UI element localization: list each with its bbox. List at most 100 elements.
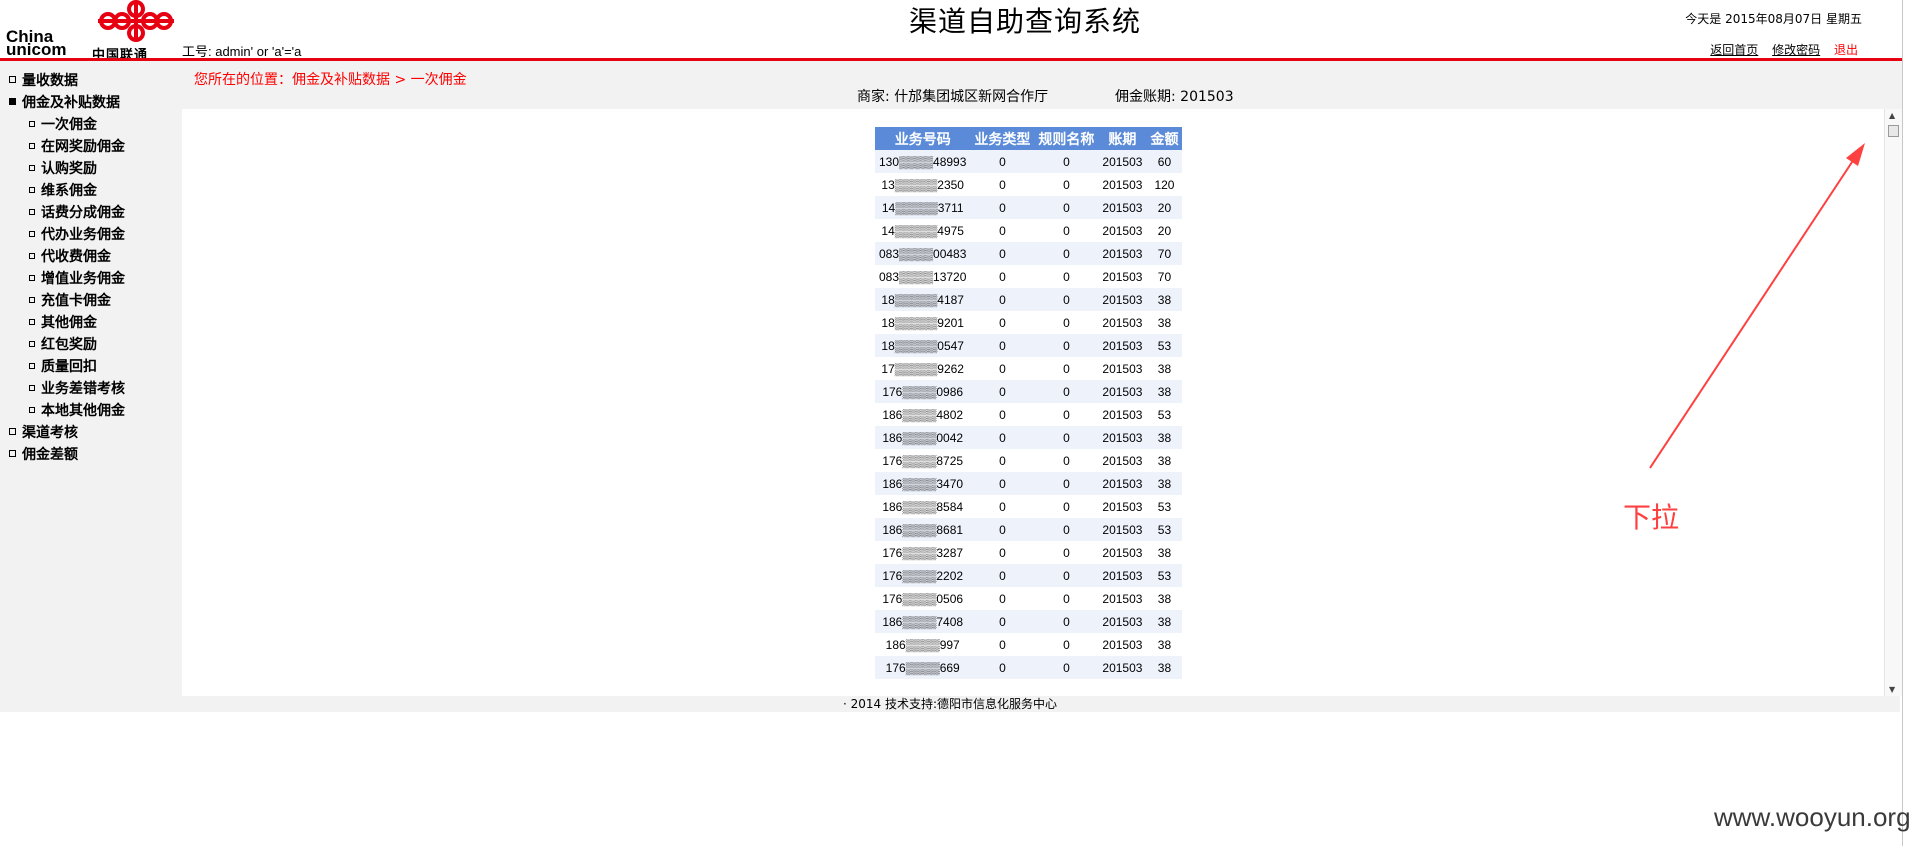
table-cell: 186▒▒▒▒3470	[875, 472, 971, 495]
system-title: 渠道自助查询系统	[908, 5, 1141, 38]
scroll-up-arrow-icon[interactable]: ▲	[1889, 111, 1895, 120]
table-cell: 0	[970, 472, 1035, 495]
table-cell: 0	[1034, 219, 1099, 242]
table-cell: 38	[1146, 633, 1183, 656]
table-cell: 18▒▒▒▒▒9201	[875, 311, 971, 334]
table-cell: 38	[1146, 380, 1183, 403]
watermark: www.wooyun.org	[1714, 802, 1911, 832]
top-links: 返回首页 修改密码 退出	[1700, 41, 1858, 58]
sidebar-item[interactable]: 在网奖励佣金	[29, 136, 125, 156]
sidebar-item[interactable]: 认购奖励	[29, 158, 97, 178]
table-cell: 0	[1034, 541, 1099, 564]
table-row: 14▒▒▒▒▒4975 0 0 201503 20	[875, 219, 1183, 242]
table-cell: 0	[970, 610, 1035, 633]
footer: · 2014 技术支持:德阳市信息化服务中心	[0, 696, 1900, 712]
sidebar-item-label: 本地其他佣金	[41, 403, 125, 419]
sidebar-item[interactable]: 一次佣金	[29, 114, 97, 134]
sidebar-item[interactable]: 渠道考核	[9, 422, 78, 442]
table-cell: 0	[970, 196, 1035, 219]
bullet-icon	[29, 407, 35, 413]
table-cell: 0	[1034, 242, 1099, 265]
sidebar-item[interactable]: 其他佣金	[29, 312, 97, 332]
table-cell: 201503	[1098, 173, 1147, 196]
bullet-icon	[9, 76, 16, 83]
sidebar-item[interactable]: 量收数据	[9, 70, 78, 90]
sidebar: 量收数据 佣金及补贴数据一次佣金在网奖励佣金 认购奖励 维系佣金话费分成佣金代办业务佣…	[0, 61, 182, 696]
table-cell: 38	[1146, 541, 1183, 564]
scroll-thumb[interactable]	[1888, 125, 1899, 137]
table-cell: 186▒▒▒▒7408	[875, 610, 971, 633]
table-cell: 38	[1146, 587, 1183, 610]
sidebar-item[interactable]: 佣金差额	[9, 444, 78, 464]
table-cell: 20	[1146, 196, 1183, 219]
sidebar-item[interactable]: 代办业务佣金	[29, 224, 125, 244]
header: China unicom 中国联通 工号: admin' or 'a'='a 渠…	[0, 0, 1900, 63]
table-cell: 186▒▒▒▒0042	[875, 426, 971, 449]
table-cell: 186▒▒▒▒8584	[875, 495, 971, 518]
table-cell: 0	[1034, 587, 1099, 610]
table-cell: 201503	[1098, 518, 1147, 541]
table-cell: 0	[970, 564, 1035, 587]
table-cell: 13▒▒▒▒▒2350	[875, 173, 971, 196]
sidebar-item[interactable]: 业务差错考核	[29, 378, 125, 398]
breadcrumb: 您所在的位置：佣金及补贴数据 > 一次佣金	[194, 72, 467, 88]
logo-text-unicom: unicom	[6, 40, 67, 59]
change-password-link[interactable]: 修改密码	[1772, 43, 1820, 57]
scroll-down-arrow-icon[interactable]: ▼	[1889, 685, 1895, 694]
column-header: 金额	[1146, 127, 1183, 150]
table-cell: 0	[1034, 449, 1099, 472]
logout-link[interactable]: 退出	[1834, 43, 1858, 57]
table-row: 176▒▒▒▒8725 0 0 201503 38	[875, 449, 1183, 472]
table-cell: 0	[970, 633, 1035, 656]
table-cell: 0	[970, 242, 1035, 265]
merchant-name: 商家: 什邡集团城区新网合作厅	[857, 89, 1049, 105]
table-cell: 38	[1146, 610, 1183, 633]
table-row: 186▒▒▒▒8681 0 0 201503 53	[875, 518, 1183, 541]
table-cell: 53	[1146, 518, 1183, 541]
sidebar-item[interactable]: 本地其他佣金	[29, 400, 125, 420]
sidebar-item-label: 一次佣金	[41, 117, 97, 133]
table-cell: 0	[1034, 403, 1099, 426]
table-body: 130▒▒▒▒48993 0 0 201503 60 13▒▒▒▒▒2350 0 0 20150…	[875, 150, 1183, 679]
table-cell: 201503	[1098, 219, 1147, 242]
sidebar-item-label: 业务差错考核	[41, 381, 125, 397]
bullet-icon	[29, 143, 35, 149]
bullet-icon	[29, 231, 35, 237]
sidebar-item[interactable]: 红包奖励	[29, 334, 97, 354]
table-cell: 0	[1034, 633, 1099, 656]
table-cell: 0	[1034, 265, 1099, 288]
table-cell: 0	[970, 403, 1035, 426]
sidebar-item[interactable]: 增值业务佣金	[29, 268, 125, 288]
bullet-icon	[29, 165, 35, 171]
table-cell: 17▒▒▒▒▒9262	[875, 357, 971, 380]
sidebar-item[interactable]: 质量回扣	[29, 356, 97, 376]
vertical-scrollbar[interactable]: ▲ ▼	[1884, 109, 1902, 696]
table-cell: 201503	[1098, 357, 1147, 380]
table-cell: 0	[1034, 426, 1099, 449]
table-cell: 0	[1034, 380, 1099, 403]
table-cell: 0	[970, 265, 1035, 288]
table-cell: 0	[970, 518, 1035, 541]
table-row: 186▒▒▒▒4802 0 0 201503 53	[875, 403, 1183, 426]
table-cell: 083▒▒▒▒13720	[875, 265, 971, 288]
bullet-icon	[29, 209, 35, 215]
table-cell: 186▒▒▒▒997	[875, 633, 971, 656]
table-row: 176▒▒▒▒2202 0 0 201503 53	[875, 564, 1183, 587]
table-row: 186▒▒▒▒7408 0 0 201503 38	[875, 610, 1183, 633]
table-cell: 0	[1034, 518, 1099, 541]
bullet-icon	[29, 385, 35, 391]
sidebar-item-label: 话费分成佣金	[41, 205, 125, 221]
sidebar-item[interactable]: 代收费佣金	[29, 246, 111, 266]
table-cell: 083▒▒▒▒00483	[875, 242, 971, 265]
table-cell: 176▒▒▒▒2202	[875, 564, 971, 587]
table-row: 18▒▒▒▒▒9201 0 0 201503 38	[875, 311, 1183, 334]
bullet-icon	[29, 297, 35, 303]
table-header-row: 业务号码 业务类型 规则名称 账期 金额	[875, 127, 1183, 150]
sidebar-item[interactable]: 充值卡佣金	[29, 290, 111, 310]
table-cell: 201503	[1098, 150, 1147, 173]
sidebar-item[interactable]: 维系佣金	[29, 180, 97, 200]
home-link[interactable]: 返回首页	[1710, 43, 1758, 57]
sidebar-item[interactable]: 话费分成佣金	[29, 202, 125, 222]
table-row: 176▒▒▒▒3287 0 0 201503 38	[875, 541, 1183, 564]
sidebar-item[interactable]: 佣金及补贴数据	[9, 92, 120, 112]
